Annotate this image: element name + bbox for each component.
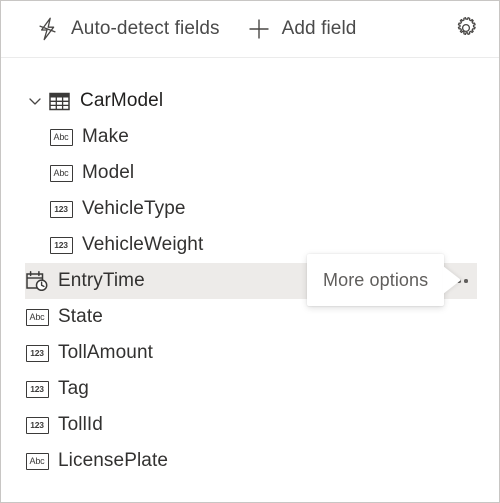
field-type-badge: 123: [25, 380, 49, 398]
tree-item-carmodel[interactable]: CarModel: [25, 83, 477, 119]
lightning-bolt-icon: [35, 16, 61, 42]
tree-item-label: VehicleType: [82, 198, 186, 219]
abc-icon: Abc: [49, 125, 73, 149]
field-type-badge: 123: [25, 344, 49, 362]
abc-icon: Abc: [25, 449, 49, 473]
add-field-label: Add field: [281, 18, 357, 39]
tree-item-make[interactable]: Abc Make: [25, 119, 477, 155]
123-icon: 123: [25, 377, 49, 401]
field-type-badge: 123: [25, 416, 49, 434]
tree-item-tollid[interactable]: 123 TollId: [25, 407, 477, 443]
tree-item-label: CarModel: [80, 90, 164, 111]
tree-item-model[interactable]: Abc Model: [25, 155, 477, 191]
tree-item-label: EntryTime: [58, 270, 145, 291]
more-options-button[interactable]: [443, 265, 475, 297]
tree-item-entrytime[interactable]: EntryTime: [25, 263, 477, 299]
tree-item-vehicletype[interactable]: 123 VehicleType: [25, 191, 477, 227]
ellipsis-icon: [450, 279, 468, 283]
123-icon: 123: [25, 413, 49, 437]
calendar-clock-icon: [25, 269, 49, 293]
field-type-badge: 123: [49, 236, 73, 254]
tree-item-label: VehicleWeight: [82, 234, 204, 255]
tree-item-label: State: [58, 306, 103, 327]
tree-item-label: Make: [82, 126, 129, 147]
tree-item-tollamount[interactable]: 123 TollAmount: [25, 335, 477, 371]
abc-icon: Abc: [49, 161, 73, 185]
field-tree: CarModel Abc Make Abc Model 123 VehicleType 12…: [1, 59, 499, 502]
abc-icon: Abc: [25, 305, 49, 329]
plus-icon: [246, 16, 272, 42]
123-icon: 123: [49, 197, 73, 221]
settings-button[interactable]: [445, 8, 487, 50]
field-type-badge: Abc: [25, 452, 49, 470]
field-type-badge: Abc: [25, 308, 49, 326]
field-type-badge: Abc: [49, 164, 73, 182]
tree-item-state[interactable]: Abc State: [25, 299, 477, 335]
tree-item-label: TollId: [58, 414, 103, 435]
123-icon: 123: [25, 341, 49, 365]
tree-item-vehicleweight[interactable]: 123 VehicleWeight: [25, 227, 477, 263]
chevron-down-icon[interactable]: [25, 91, 45, 111]
123-icon: 123: [49, 233, 73, 257]
add-field-button[interactable]: Add field: [238, 7, 365, 51]
table-icon: [47, 89, 71, 113]
toolbar: Auto-detect fields Add field: [1, 1, 499, 58]
auto-detect-fields-label: Auto-detect fields: [71, 18, 220, 39]
gear-icon: [453, 15, 479, 44]
field-type-badge: Abc: [49, 128, 73, 146]
field-row-list: Abc Make Abc Model 123 VehicleType 123 VehicleW…: [1, 119, 499, 479]
tree-item-licenseplate[interactable]: Abc LicensePlate: [25, 443, 477, 479]
tree-item-label: LicensePlate: [58, 450, 168, 471]
field-type-badge: 123: [49, 200, 73, 218]
tree-item-label: Model: [82, 162, 135, 183]
field-list-panel: Auto-detect fields Add field CarModel Ab…: [0, 0, 500, 503]
tree-item-tag[interactable]: 123 Tag: [25, 371, 477, 407]
auto-detect-fields-button[interactable]: Auto-detect fields: [27, 7, 228, 51]
tree-item-label: TollAmount: [58, 342, 153, 363]
tree-item-label: Tag: [58, 378, 89, 399]
